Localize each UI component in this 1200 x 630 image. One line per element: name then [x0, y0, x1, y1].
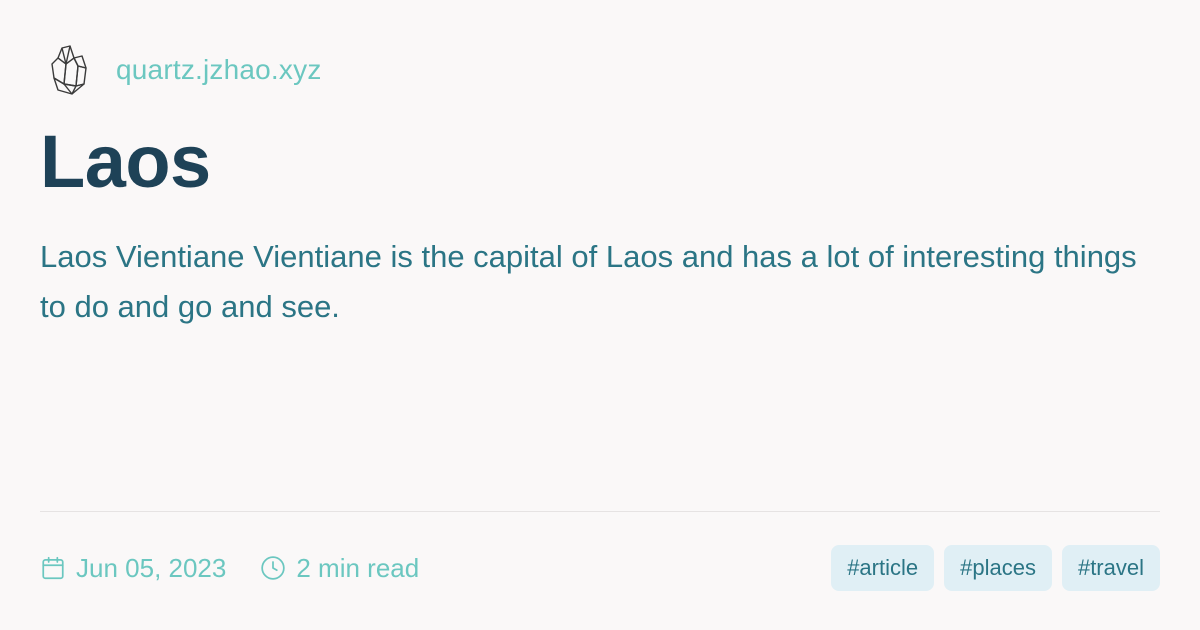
- page-meta: Jun 05, 2023 2 min read: [40, 553, 419, 584]
- site-header: quartz.jzhao.xyz: [44, 40, 322, 100]
- tag-article[interactable]: #article: [831, 545, 935, 591]
- tag-places[interactable]: #places: [944, 545, 1052, 591]
- crystal-icon[interactable]: [44, 42, 92, 98]
- publish-date-text: Jun 05, 2023: [76, 552, 227, 583]
- site-domain-link[interactable]: quartz.jzhao.xyz: [116, 54, 322, 86]
- tag-list: #article #places #travel: [831, 545, 1160, 591]
- divider: [40, 511, 1160, 512]
- page-description: Laos Vientiane Vientiane is the capital …: [40, 239, 1137, 324]
- reading-time: 2 min read: [260, 553, 419, 584]
- publish-date: Jun 05, 2023: [40, 553, 226, 584]
- page-footer: Jun 05, 2023 2 min read #article #places…: [40, 543, 1160, 593]
- page-title: Laos: [40, 120, 211, 203]
- tag-travel[interactable]: #travel: [1061, 545, 1160, 591]
- clock-icon: [260, 555, 286, 581]
- reading-time-text: 2 min read: [296, 552, 420, 583]
- calendar-icon: [40, 555, 66, 581]
